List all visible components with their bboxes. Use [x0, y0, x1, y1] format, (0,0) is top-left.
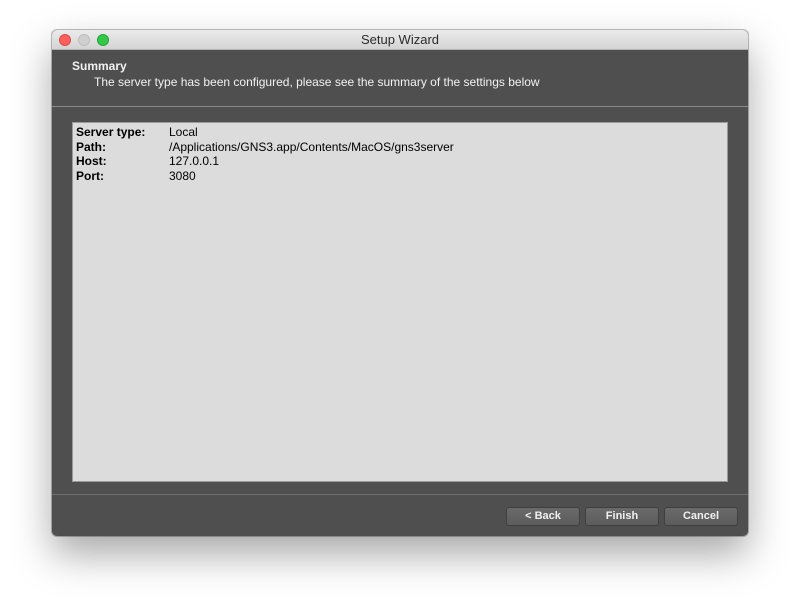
- window-title: Setup Wizard: [360, 32, 440, 47]
- port-value: 3080: [169, 168, 196, 183]
- finish-button[interactable]: Finish: [585, 507, 659, 526]
- summary-row-port: Port: 3080: [76, 169, 724, 184]
- page-title: Summary: [72, 59, 127, 73]
- title-bar: Setup Wizard: [52, 30, 748, 50]
- port-label: Port:: [76, 168, 104, 183]
- server-type-value: Local: [169, 125, 198, 139]
- page-subtitle: The server type has been configured, ple…: [94, 75, 540, 89]
- header-divider: [52, 106, 748, 107]
- summary-row-host: Host: 127.0.0.1: [76, 154, 724, 169]
- footer-divider: [52, 494, 748, 495]
- host-label: Host:: [76, 154, 107, 168]
- summary-row-server-type: Server type: Local: [76, 125, 724, 140]
- setup-wizard-window: Setup Wizard Summary The server type has…: [52, 30, 748, 536]
- cancel-button[interactable]: Cancel: [664, 507, 738, 526]
- path-label: Path:: [76, 139, 106, 154]
- summary-row-path: Path: /Applications/GNS3.app/Contents/Ma…: [76, 140, 724, 155]
- back-button[interactable]: < Back: [506, 507, 580, 526]
- path-value: /Applications/GNS3.app/Contents/MacOS/gn…: [169, 139, 454, 154]
- host-value: 127.0.0.1: [169, 154, 220, 168]
- summary-text-area[interactable]: Server type: Local Path: /Applications/G…: [72, 122, 728, 482]
- server-type-label: Server type:: [76, 125, 146, 139]
